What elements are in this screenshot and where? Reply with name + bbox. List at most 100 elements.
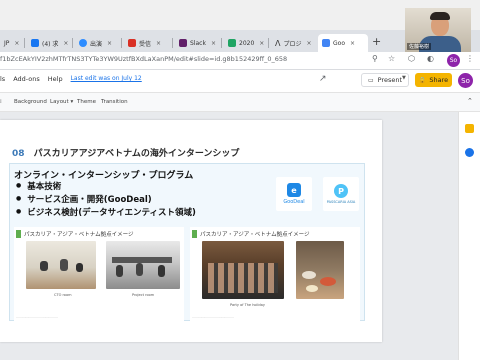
share-button[interactable]: 🔒 Share	[415, 73, 452, 87]
browser-tab[interactable]: Slack ×	[175, 34, 220, 52]
panel-title-text: パスカリア・アジア・ベトナム拠点イメージ	[24, 232, 134, 238]
close-icon[interactable]: ×	[107, 40, 112, 47]
close-icon[interactable]: ×	[156, 40, 161, 47]
toolbar-layout-button[interactable]: Layout ▾	[50, 99, 73, 105]
tab-title: 出演	[90, 40, 103, 48]
toolbar-theme-button[interactable]: Theme	[77, 99, 96, 105]
slides-toolbar: ⁞ Background Layout ▾ Theme Transition ⌃	[0, 92, 480, 112]
tab-title: JP	[4, 39, 10, 47]
tab-divider	[24, 38, 25, 48]
lock-icon: 🔒	[418, 76, 427, 84]
goodeal-logo: e GooDeal	[276, 177, 312, 211]
menu-bar: ls Add-ons Help Last edit was on July 12	[0, 75, 142, 83]
facebook-icon	[31, 39, 39, 47]
passcaria-logo: P PASSCARIA ASIA	[323, 177, 359, 211]
slide-title: 08 パスカリアアジアベトナムの海外インターンシップ	[12, 146, 239, 159]
more-menu-icon[interactable]: ⋮	[466, 54, 474, 63]
menu-item-tools[interactable]: ls	[0, 75, 5, 83]
tab-divider	[268, 38, 269, 48]
extension-icon[interactable]: ⬡	[408, 54, 415, 63]
list-item: 基本技術	[16, 180, 196, 193]
close-icon[interactable]: ×	[259, 40, 264, 47]
slide-number: 08	[12, 149, 25, 159]
share-label: Share	[429, 76, 449, 84]
slide[interactable]: 08 パスカリアアジアベトナムの海外インターンシップ オンライン・インターンシッ…	[0, 120, 382, 342]
tab-divider	[121, 38, 122, 48]
slide-title-text: パスカリアアジアベトナムの海外インターンシップ	[33, 149, 240, 159]
slide-canvas: 08 パスカリアアジアベトナムの海外インターンシップ オンライン・インターンシッ…	[0, 112, 458, 360]
tab-title: 2020	[239, 39, 255, 47]
cto-room-photo	[26, 241, 96, 289]
browser-tab[interactable]: 受信 ×	[124, 34, 165, 52]
party-photo	[202, 241, 284, 299]
list-item: ビジネス検討(データサイエンティスト領域)	[16, 206, 196, 219]
browser-tab[interactable]: Λ プロジ ×	[271, 34, 316, 52]
goodeal-logo-text: GooDeal	[283, 199, 305, 205]
url-field[interactable]: f1bZcEAkYIV2zhMTfrTNS3TYTe3YW9UztfBXdLaX…	[0, 55, 287, 63]
browser-tab[interactable]: 出演 ×	[75, 34, 116, 52]
screen: JP × (4) 求 × 出演 × 受信 × Slack × 2020 × Λ …	[0, 0, 480, 360]
photo-caption: CTO room	[54, 293, 72, 297]
extension-icon[interactable]: ◐	[427, 54, 434, 63]
footnote: ........................................…	[192, 315, 234, 319]
food-photo	[296, 241, 344, 299]
tab-title: プロジ	[283, 40, 302, 48]
close-icon[interactable]: ×	[63, 40, 68, 47]
address-bar: f1bZcEAkYIV2zhMTfrTNS3TYTe3YW9UztfBXdLaX…	[0, 52, 480, 70]
browser-tab[interactable]: (4) 求 ×	[27, 34, 72, 52]
present-label: Present	[377, 76, 403, 84]
chevron-up-icon[interactable]: ⌃	[467, 97, 473, 105]
browser-tab-active[interactable]: Goo ×	[318, 34, 368, 52]
list-item: サービス企画・開発(GooDeal)	[16, 193, 196, 206]
tasks-icon[interactable]	[465, 148, 474, 157]
goodeal-logo-icon: e	[287, 183, 301, 197]
tab-divider	[221, 38, 222, 48]
new-tab-button[interactable]: +	[372, 35, 381, 48]
close-icon[interactable]: ×	[211, 40, 216, 47]
webcam-overlay: 佐藤裕樹	[405, 8, 471, 52]
passcaria-logo-text: PASSCARIA ASIA	[326, 200, 356, 204]
panel-title: パスカリア・アジア・ベトナム拠点イメージ	[16, 230, 134, 238]
close-icon[interactable]: ×	[307, 40, 312, 47]
keep-icon[interactable]	[465, 124, 474, 133]
project-room-photo	[106, 241, 180, 289]
webcam-participant-name: 佐藤裕樹	[407, 43, 432, 50]
close-icon[interactable]: ×	[14, 40, 19, 47]
tab-divider	[172, 38, 173, 48]
webcam-person-hair	[430, 12, 450, 20]
tab-title: (4) 求	[42, 40, 59, 48]
tab-title: Slack	[190, 39, 206, 47]
close-icon[interactable]: ×	[350, 40, 355, 47]
activity-dashboard-icon[interactable]: ↗	[319, 74, 327, 84]
menu-item-help[interactable]: Help	[48, 75, 63, 83]
image-panel-left: パスカリア・アジア・ベトナム拠点イメージ CTO room Project ro…	[14, 227, 184, 322]
toolbar-separator: ⁞	[0, 99, 2, 105]
slack-icon	[179, 39, 187, 47]
browser-tab[interactable]: 2020 ×	[224, 34, 268, 52]
menu-item-add-ons[interactable]: Add-ons	[13, 75, 40, 83]
footnote: ........................................…	[16, 315, 58, 319]
content-box: オンライン・インターンシップ・プログラム 基本技術 サービス企画・開発(GooD…	[9, 163, 365, 322]
tab-divider	[72, 38, 73, 48]
browser-tab[interactable]: JP ×	[0, 34, 23, 52]
chevron-down-icon[interactable]: ▼	[402, 75, 406, 81]
panel-marker	[192, 230, 197, 238]
tab-title: Goo	[333, 39, 345, 47]
panel-marker	[16, 230, 21, 238]
profile-avatar[interactable]: So	[447, 54, 460, 67]
zoom-magnifier-icon[interactable]: ⚲	[372, 54, 378, 63]
panel-title-text: パスカリア・アジア・ベトナム拠点イメージ	[200, 232, 310, 238]
tab-title: 受信	[139, 40, 152, 48]
slides-app-bar: ls Add-ons Help Last edit was on July 12…	[0, 70, 480, 92]
avatar[interactable]: So	[458, 73, 473, 88]
present-icon: ▭	[367, 76, 374, 84]
toolbar-transition-button[interactable]: Transition	[101, 99, 128, 105]
last-edit-link[interactable]: Last edit was on July 12	[71, 75, 142, 83]
toolbar-background-button[interactable]: Background	[14, 99, 47, 105]
bookmark-star-icon[interactable]: ☆	[388, 54, 395, 63]
bullet-list: 基本技術 サービス企画・開発(GooDeal) ビジネス検討(データサイエンティ…	[16, 180, 196, 219]
photo-caption: Project room	[132, 293, 155, 297]
panel-title: パスカリア・アジア・ベトナム拠点イメージ	[192, 230, 310, 238]
google-slides-icon	[322, 39, 330, 47]
side-panel	[458, 112, 480, 360]
